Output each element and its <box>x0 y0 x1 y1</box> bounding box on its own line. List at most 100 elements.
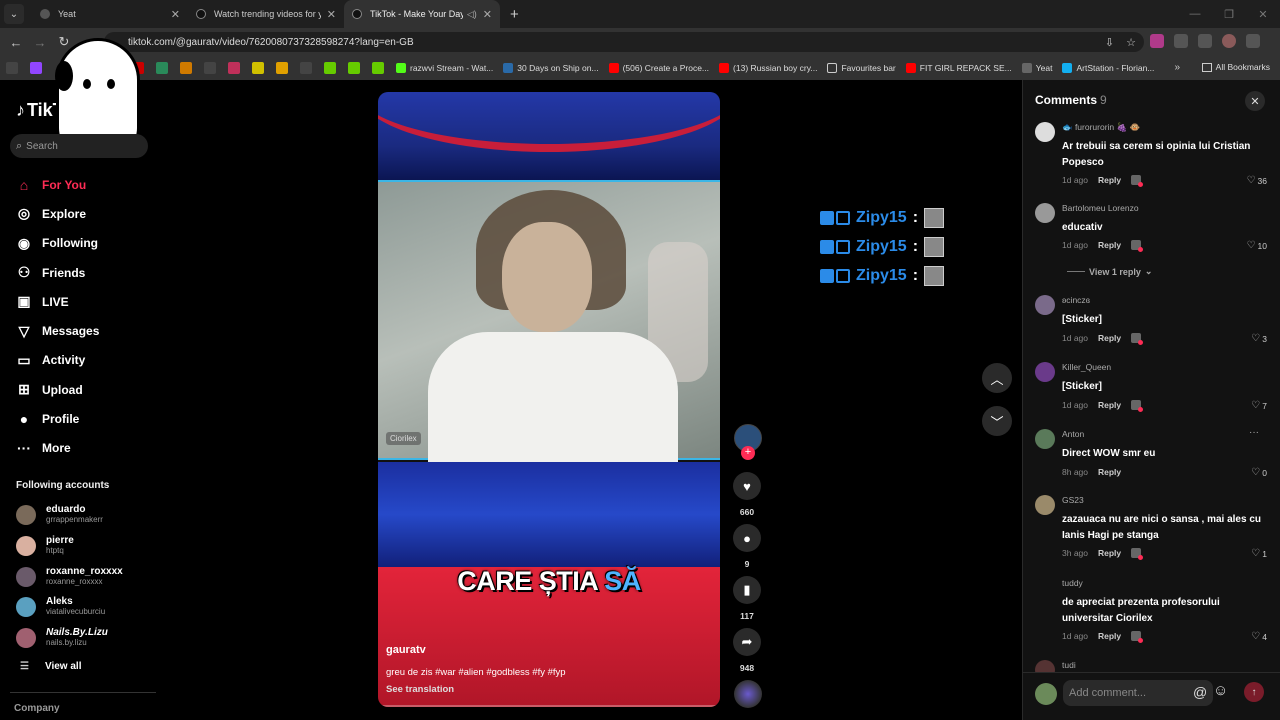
twitch-icon[interactable] <box>30 62 42 74</box>
reply-button[interactable]: Reply <box>1098 333 1121 343</box>
share-button[interactable]: ➦ <box>733 628 761 656</box>
bookmark-icon[interactable] <box>276 62 288 74</box>
minimize-icon[interactable]: — <box>1178 8 1212 20</box>
bookmark-icon[interactable] <box>348 62 360 74</box>
following-account[interactable]: Nails.By.Lizu nails.by.lizu <box>16 627 108 648</box>
nav-friends[interactable]: ⚇ Friends <box>16 258 99 287</box>
gift-icon[interactable] <box>1131 175 1144 187</box>
bookmark-icon[interactable] <box>204 62 216 74</box>
close-icon[interactable]: ✕ <box>171 8 180 21</box>
nav-more[interactable]: ··· More <box>16 434 99 463</box>
close-icon[interactable]: ✕ <box>483 8 492 21</box>
following-account[interactable]: pierre htptq <box>16 535 74 556</box>
comment-user[interactable]: 🐟 furorurorin 🍇 🐵 <box>1062 122 1140 133</box>
browser-tab-tiktok[interactable]: TikTok - Make Your Day ◁) ✕ <box>344 0 500 28</box>
avatar[interactable] <box>1035 295 1055 315</box>
all-bookmarks-folder[interactable]: All Bookmarks <box>1201 62 1270 72</box>
bookmark-item[interactable]: ArtStation - Florian... <box>1062 63 1154 73</box>
view-all-button[interactable]: ☰ View all <box>20 661 81 672</box>
bookmark-folder[interactable]: Favourites bar <box>827 63 896 73</box>
bookmark-icon[interactable] <box>324 62 336 74</box>
browser-tab-yeat[interactable]: Yeat ✕ <box>32 0 188 28</box>
company-link[interactable]: Company <box>14 703 60 714</box>
bookmark-icon[interactable] <box>252 62 264 74</box>
close-comments-button[interactable]: ✕ <box>1245 91 1265 111</box>
bookmark-icon[interactable] <box>156 62 168 74</box>
bookmark-icon[interactable] <box>372 62 384 74</box>
close-icon[interactable]: ✕ <box>327 8 336 21</box>
comment-user[interactable]: tudi <box>1062 660 1076 670</box>
avatar[interactable] <box>1035 578 1055 598</box>
comment-like-button[interactable]: ♡ 3 <box>1251 333 1267 344</box>
comment-like-button[interactable]: ♡ 1 <box>1251 548 1267 559</box>
nav-activity[interactable]: ▭ Activity <box>16 346 99 375</box>
speaker-icon[interactable]: ◁) <box>467 9 477 20</box>
previous-video-button[interactable]: ︿ <box>982 363 1012 393</box>
new-tab-button[interactable]: + <box>510 6 519 23</box>
comment-options-icon[interactable]: ··· <box>1249 427 1259 438</box>
music-disc-icon[interactable] <box>734 680 762 708</box>
see-translation-link[interactable]: See translation <box>386 684 454 695</box>
bookmark-item[interactable]: 30 Days on Ship on... <box>503 63 599 73</box>
reply-button[interactable]: Reply <box>1098 631 1121 641</box>
comment-user[interactable]: Killer_Queen <box>1062 362 1111 372</box>
comment-like-button[interactable]: ♡ 10 <box>1247 240 1267 251</box>
comment-button[interactable]: ● <box>733 524 761 552</box>
avatar[interactable] <box>1035 429 1055 449</box>
menu-dots-icon[interactable] <box>1246 34 1260 48</box>
view-replies-button[interactable]: View 1 reply ⌄ <box>1067 266 1152 277</box>
reply-button[interactable]: Reply <box>1098 467 1121 477</box>
comment-like-button[interactable]: ♡ 0 <box>1251 467 1267 478</box>
bookmark-icon[interactable] <box>228 62 240 74</box>
like-button[interactable]: ♥ <box>733 472 761 500</box>
bookmark-icon[interactable] <box>180 62 192 74</box>
reply-button[interactable]: Reply <box>1098 400 1121 410</box>
gift-icon[interactable] <box>1131 631 1144 643</box>
nav-following[interactable]: ◉ Following <box>16 229 99 258</box>
media-icon[interactable] <box>1198 34 1212 48</box>
following-account[interactable]: roxanne_roxxxx roxanne_roxxxx <box>16 566 123 587</box>
chevron-right-icon[interactable]: » <box>1174 62 1180 73</box>
following-account[interactable]: eduardo grrappenmakerr <box>16 504 103 525</box>
apps-icon[interactable] <box>6 62 18 74</box>
gift-icon[interactable] <box>1131 240 1144 252</box>
save-button[interactable]: ▮ <box>733 576 761 604</box>
send-button[interactable]: ↑ <box>1244 682 1264 702</box>
video-player[interactable]: Ciorilex CARE ȘTIA SĂ gauratv greu de zi… <box>378 92 720 707</box>
url-bar[interactable]: tiktok.com/@gauratv/video/76200807373285… <box>104 32 1144 52</box>
bookmark-icon[interactable] <box>300 62 312 74</box>
extension-icon[interactable] <box>1150 34 1164 48</box>
avatar[interactable] <box>1035 203 1055 223</box>
puzzle-icon[interactable] <box>1174 34 1188 48</box>
bookmark-item[interactable]: FIT GIRL REPACK SE... <box>905 63 1012 73</box>
gift-icon[interactable] <box>1131 400 1144 412</box>
nav-upload[interactable]: ⊞ Upload <box>16 375 99 404</box>
bookmark-item[interactable]: Yeat <box>1021 63 1052 73</box>
follow-plus-icon[interactable]: + <box>741 446 755 460</box>
gift-icon[interactable] <box>1131 333 1144 345</box>
gift-icon[interactable] <box>1131 548 1144 560</box>
bookmark-item[interactable]: razwvi Stream - Wat... <box>396 63 493 73</box>
restore-icon[interactable]: ❐ <box>1212 8 1246 21</box>
comment-like-button[interactable]: ♡ 36 <box>1247 175 1267 186</box>
reply-button[interactable]: Reply <box>1098 240 1121 250</box>
bookmark-item[interactable]: (13) Russian boy cry... <box>719 63 817 73</box>
bookmark-star-icon[interactable]: ☆ <box>1126 36 1136 49</box>
video-progress-bar[interactable] <box>378 705 720 707</box>
comment-like-button[interactable]: ♡ 4 <box>1251 631 1267 642</box>
comment-user[interactable]: GS23 <box>1062 495 1084 505</box>
nav-profile[interactable]: ● Profile <box>16 404 99 433</box>
profile-icon[interactable] <box>1222 34 1236 48</box>
next-video-button[interactable]: ﹀ <box>982 406 1012 436</box>
comment-user[interactable]: Bartolomeu Lorenzo <box>1062 203 1139 213</box>
comment-like-button[interactable]: ♡ 7 <box>1251 400 1267 411</box>
comment-user[interactable]: Anton <box>1062 429 1084 439</box>
install-icon[interactable]: ⇩ <box>1105 36 1114 49</box>
bookmark-item[interactable]: (506) Create a Proce... <box>608 63 709 73</box>
nav-live[interactable]: ▣ LIVE <box>16 287 99 316</box>
nav-messages[interactable]: ▽ Messages <box>16 316 100 345</box>
comment-user[interactable]: tuddy <box>1062 578 1083 588</box>
avatar[interactable] <box>1035 122 1055 142</box>
back-icon[interactable]: ← <box>4 35 28 50</box>
close-window-icon[interactable]: ✕ <box>1246 8 1280 21</box>
